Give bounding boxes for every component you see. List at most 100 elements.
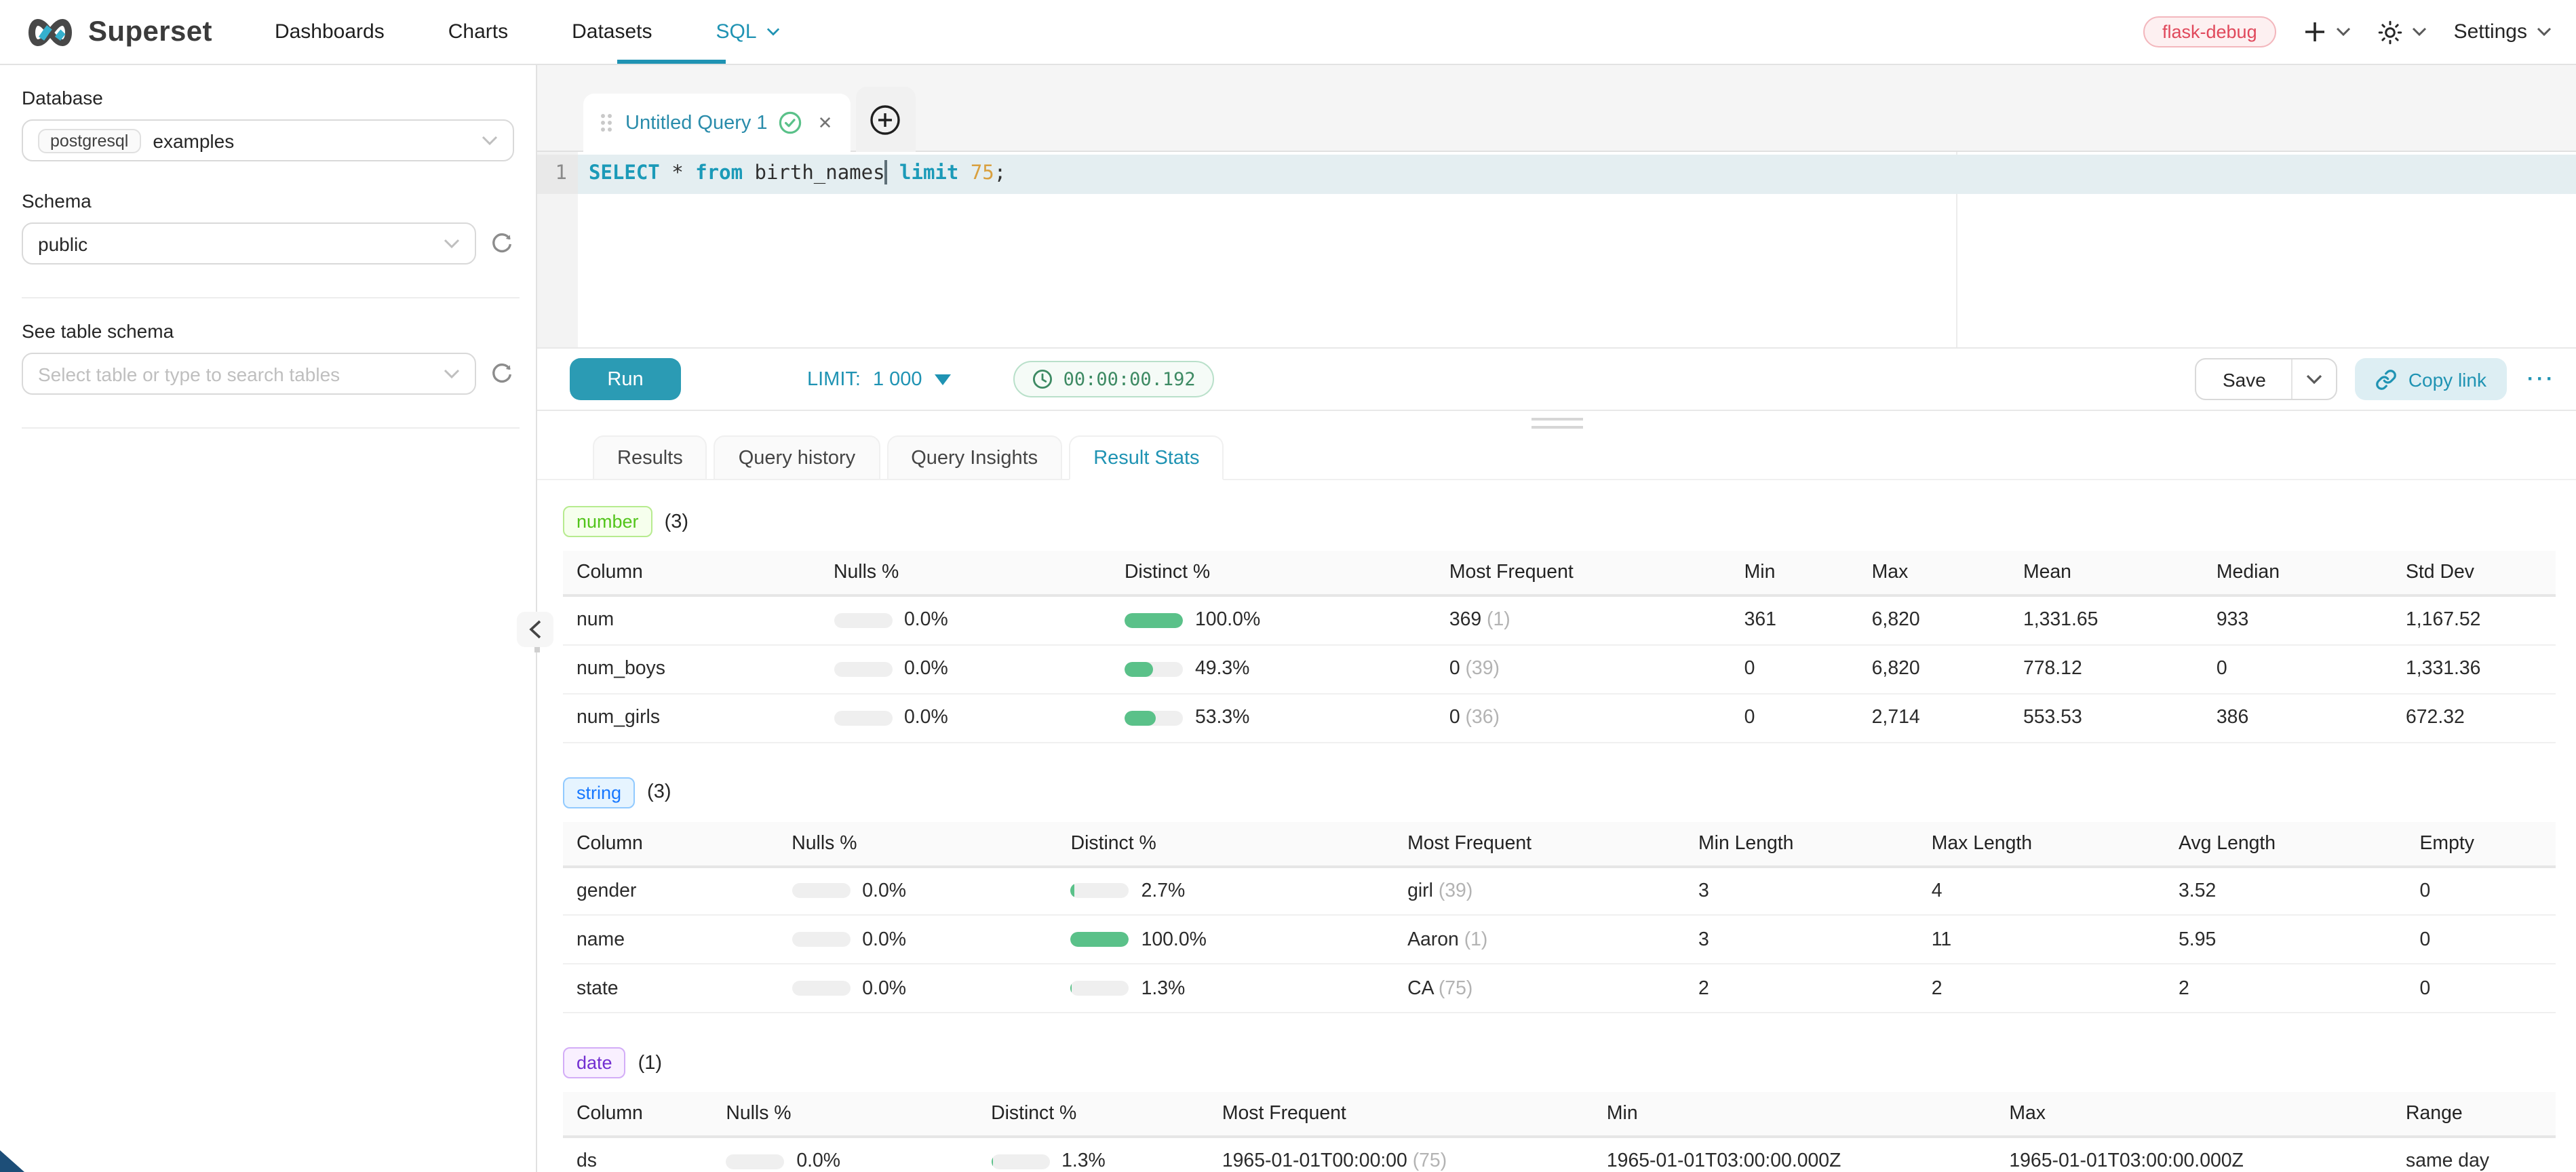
most-frequent-count: (39) bbox=[1433, 880, 1472, 902]
stat-cell: 778.12 bbox=[2010, 644, 2203, 693]
result-stats-panel: number(3)ColumnNulls %Distinct %Most Fre… bbox=[537, 480, 2576, 1172]
table-row: ds0.0%1.3%1965-01-01T00:00:00 (75)1965-0… bbox=[563, 1137, 2556, 1172]
collapse-sidebar-button[interactable] bbox=[517, 612, 553, 647]
column-header-nulls-: Nulls % bbox=[820, 551, 1111, 595]
query-timer: 00:00:00.192 bbox=[1013, 361, 1215, 397]
percent-bar-cell: 1.3% bbox=[1057, 964, 1394, 1013]
sql-code-editor[interactable]: 1 SELECT * from birth_names limit 75; bbox=[537, 152, 2576, 349]
query-tab-title: Untitled Query 1 bbox=[625, 112, 768, 134]
chevron-down-icon bbox=[444, 238, 460, 249]
type-badge: string bbox=[563, 777, 635, 808]
timer-value: 00:00:00.192 bbox=[1063, 368, 1196, 390]
sql-editor-pane: Untitled Query 1 ✕ 1 SELECT * from birth… bbox=[537, 65, 2576, 1172]
stat-cell: 1965-01-01T03:00:00.000Z bbox=[1593, 1137, 1995, 1172]
settings-menu[interactable]: Settings bbox=[2454, 20, 2552, 43]
nav-item-charts[interactable]: Charts bbox=[448, 20, 508, 43]
limit-dropdown[interactable]: LIMIT: 1 000 bbox=[807, 368, 951, 390]
schema-value: public bbox=[38, 233, 444, 254]
column-name-cell: name bbox=[563, 915, 778, 964]
refresh-schemas-icon[interactable] bbox=[490, 231, 514, 256]
tab-query-insights[interactable]: Query Insights bbox=[886, 435, 1062, 480]
most-frequent-cell: 0 (36) bbox=[1436, 693, 1731, 742]
percent-label: 49.3% bbox=[1195, 658, 1249, 680]
link-icon bbox=[2376, 368, 2398, 390]
column-header-distinct-: Distinct % bbox=[1111, 551, 1436, 595]
close-tab-icon[interactable]: ✕ bbox=[818, 112, 833, 134]
active-nav-underline bbox=[617, 60, 726, 64]
column-header-avg-length: Avg Length bbox=[2165, 821, 2406, 866]
most-frequent-count: (75) bbox=[1407, 1151, 1447, 1172]
stat-cell: 1965-01-01T03:00:00.000Z bbox=[1995, 1137, 2392, 1172]
progress-bar bbox=[792, 981, 850, 996]
refresh-tables-icon[interactable] bbox=[490, 362, 514, 386]
column-header-most-frequent: Most Frequent bbox=[1209, 1092, 1593, 1137]
pane-resize-handle[interactable] bbox=[537, 411, 2576, 434]
sidebar-divider bbox=[22, 427, 520, 429]
percent-bar-cell: 2.7% bbox=[1057, 866, 1394, 915]
nav-item-sql[interactable]: SQL bbox=[716, 20, 780, 43]
nav-item-datasets[interactable]: Datasets bbox=[572, 20, 652, 43]
column-header-nulls-: Nulls % bbox=[778, 821, 1057, 866]
table-row: name0.0%100.0%Aaron (1)3115.950 bbox=[563, 915, 2556, 964]
column-count: (1) bbox=[638, 1052, 662, 1074]
superset-logo[interactable]: Superset bbox=[24, 16, 212, 48]
nav-item-dashboards[interactable]: Dashboards bbox=[275, 20, 385, 43]
sun-icon bbox=[2378, 20, 2402, 44]
drag-handle-icon[interactable] bbox=[601, 114, 612, 132]
tab-results[interactable]: Results bbox=[593, 435, 707, 480]
nav-item-label: Datasets bbox=[572, 20, 652, 43]
column-count: (3) bbox=[665, 511, 688, 532]
table-row: num_girls0.0%53.3%0 (36)02,714553.533866… bbox=[563, 693, 2556, 742]
caret-down-icon bbox=[935, 374, 951, 385]
stat-cell: 3 bbox=[1685, 915, 1918, 964]
column-header-mean: Mean bbox=[2010, 551, 2203, 595]
progress-bar bbox=[991, 1154, 1049, 1169]
query-success-check-icon bbox=[779, 111, 802, 134]
new-item-menu[interactable] bbox=[2303, 20, 2351, 43]
sql-code-line: SELECT * from birth_names limit 75; bbox=[589, 155, 1006, 194]
most-frequent-value: 0 bbox=[1449, 707, 1460, 728]
schema-select[interactable]: public bbox=[22, 222, 476, 265]
run-button[interactable]: Run bbox=[570, 358, 681, 400]
stats-section-date: date(1)ColumnNulls %Distinct %Most Frequ… bbox=[563, 1047, 2556, 1172]
column-header-std-dev: Std Dev bbox=[2392, 551, 2556, 595]
save-options-button[interactable] bbox=[2292, 359, 2337, 399]
progress-bar bbox=[792, 884, 850, 899]
code-token: limit bbox=[899, 163, 958, 184]
most-frequent-count: (75) bbox=[1433, 977, 1472, 999]
stat-cell: 0 bbox=[2406, 964, 2556, 1013]
copy-link-button[interactable]: Copy link bbox=[2356, 358, 2507, 400]
column-header-distinct-: Distinct % bbox=[1057, 821, 1394, 866]
stat-cell: 361 bbox=[1731, 595, 1858, 644]
column-header-most-frequent: Most Frequent bbox=[1394, 821, 1685, 866]
query-tab[interactable]: Untitled Query 1 ✕ bbox=[583, 94, 850, 152]
percent-bar-cell: 53.3% bbox=[1111, 693, 1436, 742]
tab-query-history[interactable]: Query history bbox=[714, 435, 880, 480]
database-label: Database bbox=[22, 87, 514, 109]
progress-bar bbox=[792, 932, 850, 947]
table-select[interactable]: Select table or type to search tables bbox=[22, 353, 476, 395]
table-row: num0.0%100.0%369 (1)3616,8201,331.659331… bbox=[563, 595, 2556, 644]
code-token: * bbox=[660, 163, 695, 184]
percent-label: 0.0% bbox=[862, 929, 906, 950]
stat-cell: 5.95 bbox=[2165, 915, 2406, 964]
chevron-down-icon bbox=[766, 27, 780, 37]
more-actions-button[interactable]: ··· bbox=[2527, 368, 2556, 391]
column-name-cell: num bbox=[563, 595, 820, 644]
percent-label: 100.0% bbox=[1141, 929, 1207, 950]
new-query-tab-button[interactable] bbox=[855, 87, 915, 152]
plus-circle-icon bbox=[870, 104, 901, 135]
tab-result-stats[interactable]: Result Stats bbox=[1069, 435, 1224, 480]
stat-cell: 1,331.65 bbox=[2010, 595, 2203, 644]
column-header-distinct-: Distinct % bbox=[977, 1092, 1209, 1137]
most-frequent-value: Aaron bbox=[1407, 929, 1459, 950]
percent-bar-cell: 0.0% bbox=[778, 866, 1057, 915]
database-select[interactable]: postgresql examples bbox=[22, 119, 514, 161]
stats-section-string: string(3)ColumnNulls %Distinct %Most Fre… bbox=[563, 777, 2556, 1013]
most-frequent-value: 369 bbox=[1449, 610, 1481, 631]
save-button[interactable]: Save bbox=[2197, 359, 2292, 399]
column-header-most-frequent: Most Frequent bbox=[1436, 551, 1731, 595]
most-frequent-count: (1) bbox=[1459, 929, 1488, 950]
theme-menu[interactable] bbox=[2378, 20, 2427, 44]
limit-label: LIMIT: bbox=[807, 368, 861, 390]
